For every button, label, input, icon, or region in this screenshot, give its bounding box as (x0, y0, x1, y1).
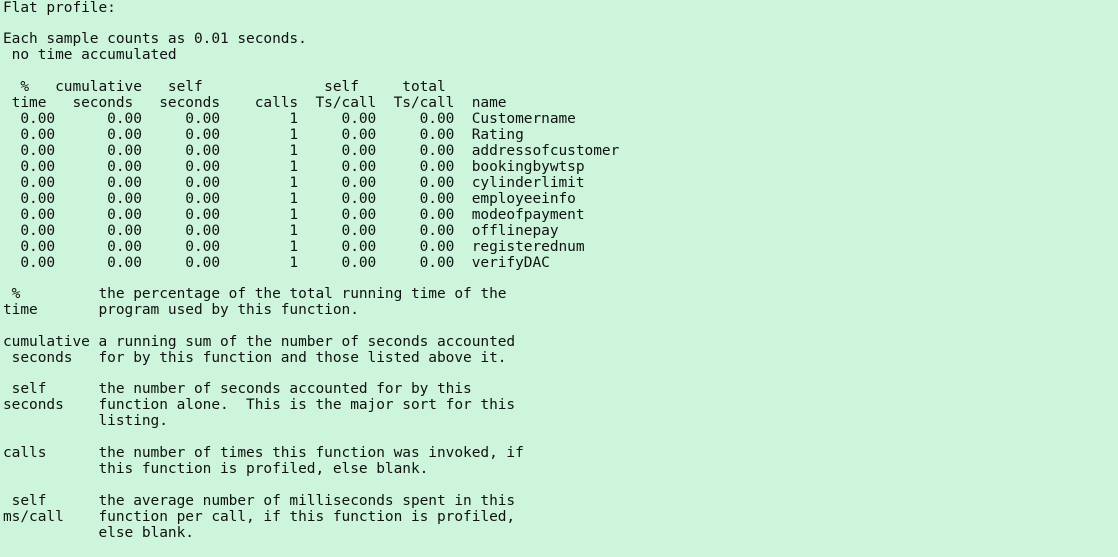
terminal-output: Flat profile: Each sample counts as 0.01… (0, 0, 1118, 557)
table-row: 0.00 0.00 0.00 1 0.00 0.00 Rating (3, 127, 524, 143)
table-row: 0.00 0.00 0.00 1 0.00 0.00 modeofpayment (3, 207, 585, 223)
table-row: 0.00 0.00 0.00 1 0.00 0.00 bookingbywtsp (3, 159, 585, 175)
explanation-line: else blank. (3, 525, 194, 541)
explanation-line: seconds function alone. This is the majo… (3, 397, 516, 413)
accumulation-note: no time accumulated (3, 47, 177, 63)
sample-info-line: Each sample counts as 0.01 seconds. (3, 31, 307, 47)
explanation-line: self the average number of milliseconds … (3, 493, 516, 509)
explanation-line: seconds for by this function and those l… (3, 350, 507, 366)
table-row: 0.00 0.00 0.00 1 0.00 0.00 employeeinfo (3, 191, 576, 207)
table-row: 0.00 0.00 0.00 1 0.00 0.00 verifyDAC (3, 255, 550, 271)
explanation-line: listing. (3, 413, 168, 429)
explanation-line: ms/call function per call, if this funct… (3, 509, 516, 525)
explanation-line: this function is profiled, else blank. (3, 461, 429, 477)
profile-title: Flat profile: (3, 0, 116, 16)
explanation-line: calls the number of times this function … (3, 445, 524, 461)
explanation-line: % the percentage of the total running ti… (3, 286, 507, 302)
table-header-line: % cumulative self self total (3, 79, 446, 95)
table-row: 0.00 0.00 0.00 1 0.00 0.00 registerednum (3, 239, 585, 255)
table-row: 0.00 0.00 0.00 1 0.00 0.00 offlinepay (3, 223, 559, 239)
table-row: 0.00 0.00 0.00 1 0.00 0.00 Customername (3, 111, 576, 127)
explanation-line: cumulative a running sum of the number o… (3, 334, 516, 350)
explanation-line: self the number of seconds accounted for… (3, 381, 472, 397)
explanation-line: time program used by this function. (3, 302, 359, 318)
table-row: 0.00 0.00 0.00 1 0.00 0.00 cylinderlimit (3, 175, 585, 191)
table-header-line: time seconds seconds calls Ts/call Ts/ca… (3, 95, 507, 111)
table-row: 0.00 0.00 0.00 1 0.00 0.00 addressofcust… (3, 143, 620, 159)
